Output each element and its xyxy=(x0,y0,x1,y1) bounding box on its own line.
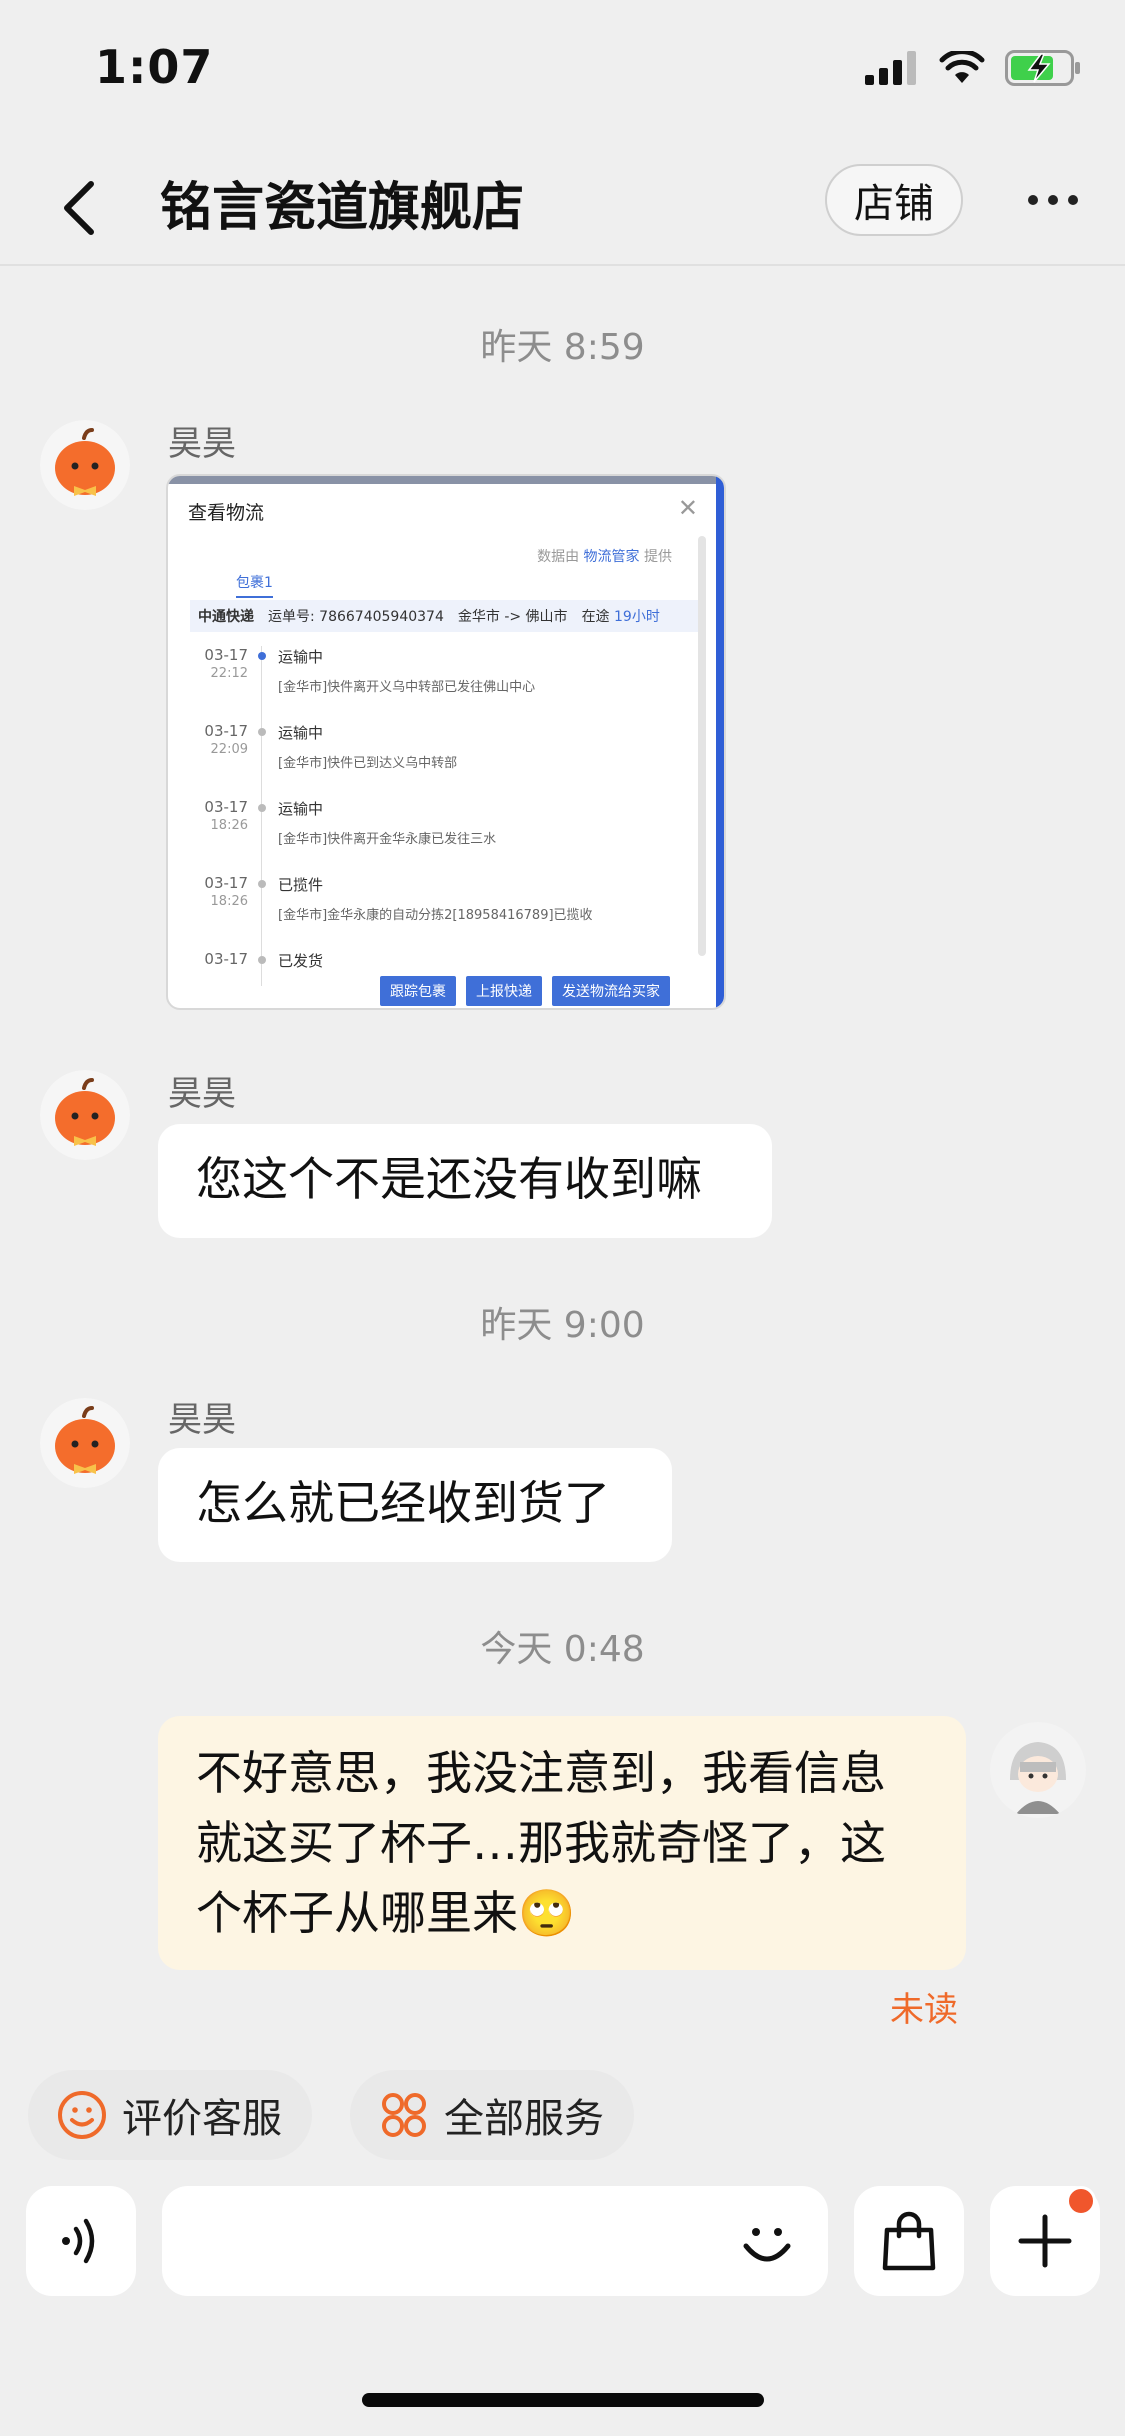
event-detail: [金华市]金华永康的自动分拣2[18958416789]已揽收 xyxy=(278,908,593,923)
message-timestamp: 今天 0:48 xyxy=(480,1629,645,1670)
plus-icon xyxy=(1018,2214,1072,2268)
chat-screen: 1:07 铭言瓷道旗舰店 店铺 昨天 8:59 昊昊 查看物流 ✕ 数据由 物流… xyxy=(0,0,1125,2436)
event-date: 03-17 xyxy=(204,722,248,740)
logistics-title: 查看物流 xyxy=(188,502,265,524)
logistics-header-row: 中通快递 运单号: 78667405940374 金华市 -> 佛山市 在途 1… xyxy=(190,600,700,632)
event-time: 18:26 xyxy=(210,818,248,833)
status-time: 1:07 xyxy=(95,40,214,94)
image-top-strip xyxy=(168,476,724,484)
image-side-strip xyxy=(716,476,724,1008)
rate-service-button[interactable]: 评价客服 xyxy=(28,2070,312,2160)
event-date: 03-17 xyxy=(204,646,248,664)
unread-status: 未读 xyxy=(890,1990,958,2030)
chevron-left-icon xyxy=(64,181,94,235)
tracking-number: 运单号: 78667405940374 xyxy=(268,609,444,625)
event-status: 已发货 xyxy=(278,952,324,970)
logistics-buttons: 跟踪包裹 上报快递 发送物流给买家 xyxy=(380,976,670,1006)
all-services-button[interactable]: 全部服务 xyxy=(350,2070,634,2160)
event-detail: [金华市]快件已到达义乌中转部 xyxy=(278,756,458,771)
battery-charging-icon xyxy=(1005,50,1080,86)
event-time: 22:12 xyxy=(210,666,248,681)
source-name: 物流管家 xyxy=(583,549,640,565)
transit-label: 在途 xyxy=(581,609,610,625)
cellular-signal-icon xyxy=(865,51,916,85)
notification-dot xyxy=(1066,2186,1096,2216)
message-line: 不好意思，我没注意到，我看信息 xyxy=(196,1746,886,1800)
send-logistics-button: 发送物流给买家 xyxy=(552,976,670,1006)
self-message-bubble[interactable]: 不好意思，我没注意到，我看信息 就这买了杯子…那我就奇怪了，这 个杯子从哪里来🙄 xyxy=(158,1716,966,1970)
event-time: 18:26 xyxy=(210,894,248,909)
close-icon: ✕ xyxy=(677,494,698,522)
shop-button[interactable]: 店铺 xyxy=(825,164,963,236)
event-detail: [金华市]快件离开金华永康已发往三水 xyxy=(278,832,497,847)
timeline-line xyxy=(261,646,262,986)
pumpkin-avatar-icon[interactable] xyxy=(40,420,130,510)
timeline-dot xyxy=(258,728,266,736)
shop-title: 铭言瓷道旗舰店 xyxy=(160,178,525,238)
message-bubble[interactable]: 您这个不是还没有收到嘛 xyxy=(158,1124,772,1238)
voice-icon xyxy=(62,2218,95,2264)
more-dot-icon xyxy=(1048,195,1058,205)
message-timestamp: 昨天 8:59 xyxy=(480,327,645,368)
wifi-icon xyxy=(939,51,985,83)
event-date: 03-17 xyxy=(204,950,248,968)
transit-time: 19小时 xyxy=(614,609,660,625)
package-tab: 包裹1 xyxy=(236,572,273,598)
smiley-icon xyxy=(58,2091,106,2139)
timeline-dot xyxy=(258,652,266,660)
services-grid-icon xyxy=(382,2093,426,2137)
event-date: 03-17 xyxy=(204,798,248,816)
pumpkin-avatar-icon[interactable] xyxy=(40,1070,130,1160)
report-courier-button: 上报快递 xyxy=(466,976,542,1006)
timeline-dot xyxy=(258,956,266,964)
user-avatar-icon[interactable] xyxy=(990,1722,1086,1818)
more-options-button[interactable] xyxy=(1018,170,1088,230)
source-suffix: 提供 xyxy=(644,549,672,565)
message-bubble[interactable]: 怎么就已经收到货了 xyxy=(158,1448,672,1562)
message-line: 个杯子从哪里来🙄 xyxy=(196,1886,576,1940)
message-line: 就这买了杯子…那我就奇怪了，这 xyxy=(196,1816,886,1870)
more-dot-icon xyxy=(1028,195,1038,205)
event-status: 运输中 xyxy=(278,724,324,742)
track-package-button: 跟踪包裹 xyxy=(380,976,456,1006)
route: 金华市 -> 佛山市 xyxy=(457,609,568,625)
message-timestamp: 昨天 9:00 xyxy=(480,1305,645,1346)
event-time: 22:09 xyxy=(210,742,248,757)
voice-button[interactable] xyxy=(26,2186,136,2296)
shopping-bag-icon xyxy=(882,2211,936,2271)
event-status: 运输中 xyxy=(278,648,324,666)
transit-status: 在途 19小时 xyxy=(582,606,660,626)
sender-name: 昊昊 xyxy=(168,1400,236,1440)
status-icons xyxy=(865,48,1081,88)
sender-name: 昊昊 xyxy=(168,424,236,464)
home-indicator xyxy=(362,2393,764,2407)
back-button[interactable] xyxy=(44,170,114,246)
event-date: 03-17 xyxy=(204,874,248,892)
nav-bar: 铭言瓷道旗舰店 店铺 xyxy=(0,150,1125,266)
sender-name: 昊昊 xyxy=(168,1074,236,1114)
rate-service-label: 评价客服 xyxy=(122,2096,282,2142)
carrier-name: 中通快递 xyxy=(198,609,254,625)
event-status: 已揽件 xyxy=(278,876,324,894)
status-bar: 1:07 xyxy=(0,0,1125,140)
pumpkin-avatar-icon[interactable] xyxy=(40,1398,130,1488)
event-status: 运输中 xyxy=(278,800,324,818)
source-prefix: 数据由 xyxy=(537,549,580,565)
more-dot-icon xyxy=(1068,195,1078,205)
message-input[interactable] xyxy=(162,2186,828,2296)
timeline-dot xyxy=(258,804,266,812)
timeline-dot xyxy=(258,880,266,888)
image-scrollbar xyxy=(698,536,706,956)
all-services-label: 全部服务 xyxy=(444,2096,604,2142)
shopping-bag-button[interactable] xyxy=(854,2186,964,2296)
event-detail: [金华市]快件离开义乌中转部已发往佛山中心 xyxy=(278,680,536,695)
emoji-icon[interactable] xyxy=(736,2210,798,2272)
logistics-image-message[interactable]: 查看物流 ✕ 数据由 物流管家 提供 包裹1 中通快递 运单号: 7866740… xyxy=(166,474,726,1010)
logistics-source: 数据由 物流管家 提供 xyxy=(537,546,672,566)
